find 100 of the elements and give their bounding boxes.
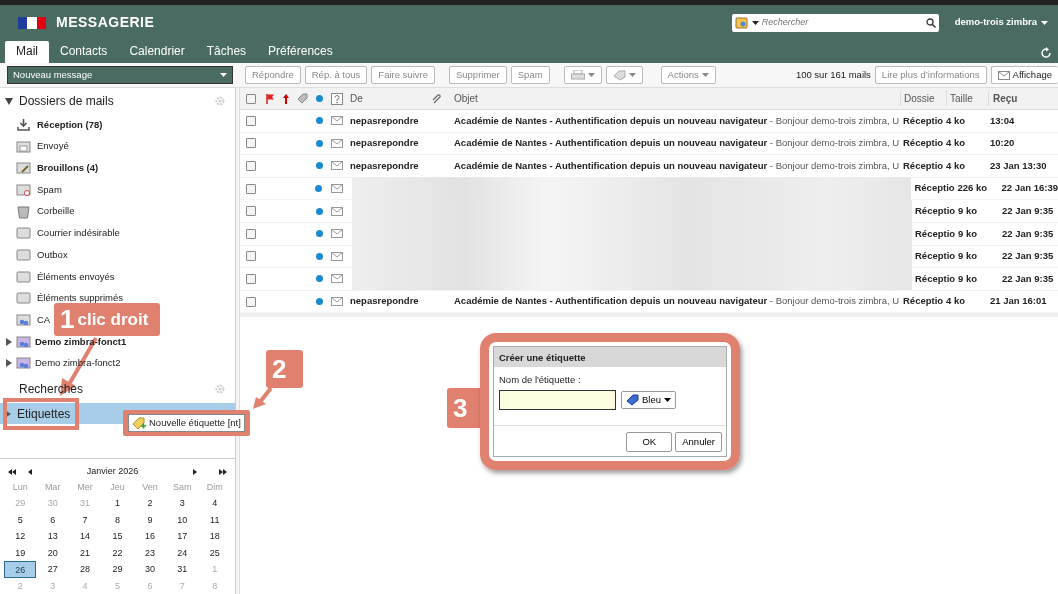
calendar-day[interactable]: 7 <box>68 511 102 528</box>
row-checkbox[interactable] <box>246 228 256 239</box>
calendar-day[interactable]: 21 <box>68 544 102 561</box>
column-header[interactable]: Reçu <box>993 93 1018 104</box>
folder-item[interactable]: Corbeille <box>0 200 75 223</box>
envelope-icon <box>331 251 343 261</box>
print-menu-button[interactable] <box>563 66 602 84</box>
calendar-day[interactable]: 31 <box>166 561 199 578</box>
calendar-day[interactable]: 2 <box>133 495 167 512</box>
actions-menu-button[interactable]: Actions <box>660 66 716 84</box>
tab[interactable]: Tâches <box>195 41 258 63</box>
row-checkbox[interactable] <box>246 273 256 284</box>
folder-text: Réceptio <box>903 114 944 126</box>
expand-triangle-icon[interactable] <box>6 359 12 368</box>
size-text: 9 ko <box>958 227 977 239</box>
tab[interactable]: Contacts <box>49 41 119 63</box>
row-checkbox[interactable] <box>246 251 256 262</box>
folder-item[interactable]: Éléments envoyés <box>0 265 115 288</box>
left-arrow-icon[interactable] <box>28 468 32 475</box>
context-menu-item[interactable]: Nouvelle étiquette [nt] <box>128 414 245 433</box>
dialog-title: Créer une étiquette <box>494 347 726 367</box>
refresh-icon[interactable] <box>1040 47 1052 59</box>
search-field[interactable]: Rechercher <box>731 13 939 32</box>
calendar-day[interactable]: 23 <box>133 544 167 561</box>
expand-triangle-icon[interactable] <box>6 337 12 346</box>
user-menu[interactable]: demo-trois zimbra <box>954 15 1048 30</box>
toolbar-button[interactable]: Faire suivre <box>371 66 435 84</box>
calendar-day[interactable]: 3 <box>166 495 199 512</box>
row-checkbox[interactable] <box>246 138 256 149</box>
more-info-button[interactable]: Lire plus d’informations <box>874 66 987 84</box>
folder-item[interactable]: Spam <box>0 179 62 201</box>
dialog-button[interactable]: OK <box>626 432 673 452</box>
row-checkbox[interactable] <box>246 296 256 307</box>
calendar-day[interactable]: 29 <box>101 561 134 578</box>
calendar-day[interactable]: 25 <box>198 544 231 561</box>
folder-text: Réceptio <box>915 272 956 284</box>
right-arrow-icon[interactable] <box>193 468 197 475</box>
calendar-day[interactable]: 18 <box>198 528 231 545</box>
double-right-arrow-icon[interactable] <box>219 468 227 475</box>
calendar-day[interactable]: 16 <box>133 528 167 545</box>
toolbar-button[interactable]: Rép. à tous <box>304 66 368 84</box>
folder-item[interactable]: Outbox <box>0 244 68 266</box>
toolbar-button[interactable]: Répondre <box>245 66 301 84</box>
calendar-day[interactable]: 17 <box>166 528 199 545</box>
folder-item[interactable]: Brouillons (4) <box>0 157 99 180</box>
calendar-day[interactable]: 6 <box>36 511 69 528</box>
weekday-label: Dim <box>205 480 224 494</box>
folder-text: Réceptio <box>915 205 956 217</box>
tag-icon <box>296 93 308 104</box>
calendar-day[interactable]: 10 <box>166 511 199 528</box>
name-input-field[interactable] <box>499 390 616 411</box>
row-checkbox[interactable] <box>246 161 256 171</box>
row-checkbox[interactable] <box>246 206 256 217</box>
column-header[interactable]: De <box>350 93 363 104</box>
weekday-label: Lun <box>11 480 29 494</box>
calendar-day[interactable]: 24 <box>166 544 199 561</box>
calendar-day[interactable]: 12 <box>4 528 37 545</box>
calendar-day[interactable]: 5 <box>4 511 37 528</box>
size-text: 9 ko <box>958 272 977 284</box>
tag-menu-button[interactable] <box>605 66 643 84</box>
folder-item[interactable]: CA <box>0 309 51 331</box>
calendar-day[interactable]: 13 <box>36 528 69 545</box>
calendar-day[interactable]: 27 <box>36 561 69 578</box>
column-header[interactable]: Objet <box>454 93 478 104</box>
calendar-day[interactable]: 1 <box>101 495 134 512</box>
weekday-label: Sam <box>172 480 193 494</box>
calendar-day[interactable]: 20 <box>36 544 69 561</box>
calendar-day[interactable]: 14 <box>68 528 102 545</box>
collapse-triangle-icon[interactable] <box>5 97 13 105</box>
color-menu-button[interactable]: Bleu <box>621 391 676 410</box>
double-left-arrow-icon[interactable] <box>8 468 16 475</box>
toolbar-button[interactable]: Spam <box>510 66 550 84</box>
view-menu-button[interactable]: Affichage <box>990 66 1058 84</box>
calendar-day[interactable]: 28 <box>68 561 102 578</box>
tab[interactable]: Mail <box>5 41 49 63</box>
calendar-day[interactable]: 26 <box>4 561 37 578</box>
calendar-day[interactable]: 8 <box>101 511 134 528</box>
new-message-button[interactable]: Nouveau message <box>7 66 233 84</box>
calendar-day[interactable]: 9 <box>133 511 167 528</box>
column-header[interactable]: Taille <box>950 93 973 104</box>
toolbar-button[interactable]: Supprimer <box>448 66 507 84</box>
caret-icon <box>664 398 671 403</box>
search-scope-icon <box>734 16 749 29</box>
tab[interactable]: Calendrier <box>118 41 196 63</box>
tab[interactable]: Préférences <box>257 41 344 63</box>
folder-item[interactable]: Envoyé <box>0 135 69 158</box>
row-checkbox[interactable] <box>246 183 256 194</box>
row-checkbox[interactable] <box>246 115 256 126</box>
calendar-day[interactable]: 11 <box>198 511 231 528</box>
dialog-button[interactable]: Annuler <box>675 432 722 452</box>
calendar-day[interactable]: 19 <box>4 544 37 561</box>
select-all-checkbox[interactable] <box>246 93 256 104</box>
folder-item[interactable]: Courrier indésirable <box>0 222 120 245</box>
calendar-day[interactable]: 15 <box>101 528 134 545</box>
folder-item[interactable]: Réception (78) <box>0 114 103 136</box>
calendar-day[interactable]: 22 <box>101 544 134 561</box>
expand-triangle-icon[interactable] <box>5 409 11 418</box>
calendar-day[interactable]: 30 <box>133 561 167 578</box>
column-header[interactable]: Dossie <box>904 93 935 104</box>
calendar-day[interactable]: 4 <box>198 495 231 512</box>
